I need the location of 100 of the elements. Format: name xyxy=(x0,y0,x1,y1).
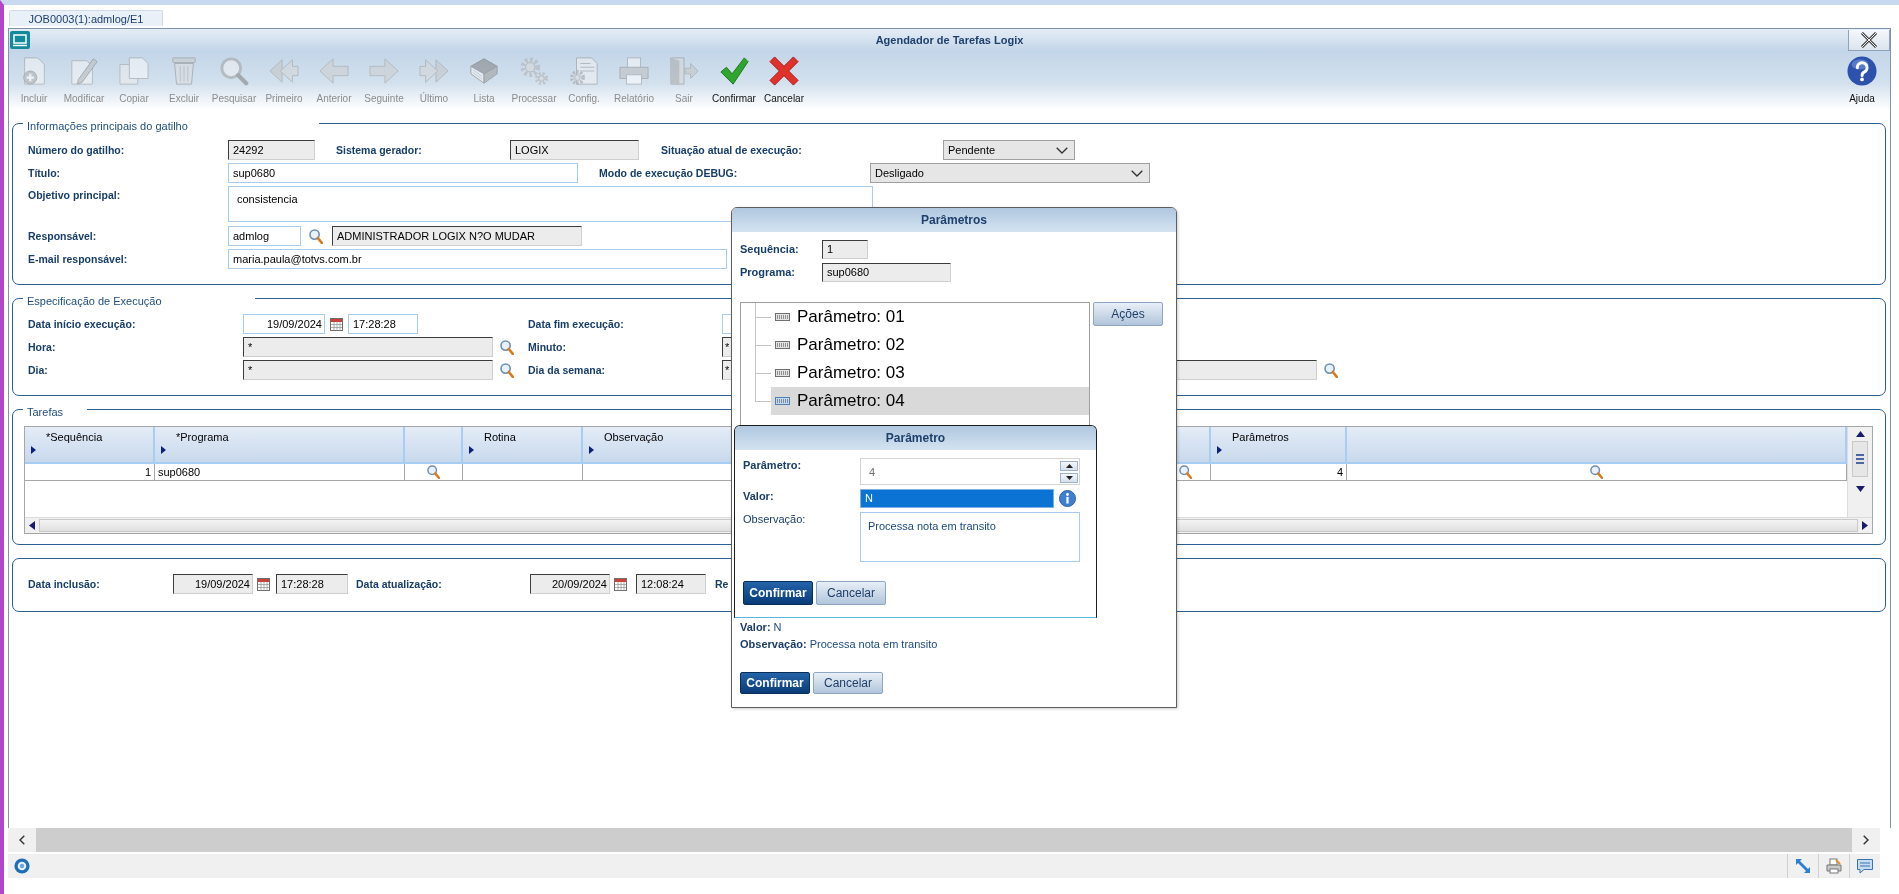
double-arrow-right-icon xyxy=(419,56,449,86)
toolbar-button[interactable]: Confirmar xyxy=(709,51,759,108)
field-label: Dia: xyxy=(28,363,48,377)
column-header[interactable]: Rotina xyxy=(463,427,583,464)
field-label: Sistema gerador: xyxy=(336,143,422,157)
field-label: Modo de execução DEBUG: xyxy=(599,166,738,180)
text-area[interactable]: consistencia xyxy=(228,186,873,222)
keyboard-icon xyxy=(775,397,790,405)
input-field[interactable]: maria.paula@totvs.com.br xyxy=(228,249,727,269)
input-field[interactable]: * xyxy=(243,360,493,380)
date-field[interactable]: 19/09/2024 xyxy=(243,314,325,334)
scrollbar-thumb[interactable] xyxy=(1852,441,1868,477)
chat-icon[interactable] xyxy=(1857,858,1873,874)
caret-right-icon[interactable] xyxy=(589,446,594,454)
printer-icon xyxy=(619,56,649,86)
text-area[interactable]: Processa nota em transito xyxy=(860,512,1080,562)
gears-icon xyxy=(519,56,549,86)
column-header[interactable]: Parâmetros xyxy=(1211,427,1347,464)
input-field[interactable]: * xyxy=(722,337,731,357)
field-label: Minuto: xyxy=(528,340,566,354)
input-field[interactable]: sup0680 xyxy=(228,163,578,183)
caret-right-icon[interactable] xyxy=(1217,446,1222,454)
field-label: Data atualização: xyxy=(356,577,442,591)
tree-item[interactable]: Parâmetro: 04 xyxy=(771,387,1089,415)
search-icon[interactable] xyxy=(1590,465,1603,479)
dialog-button[interactable]: Cancelar xyxy=(813,672,883,694)
summary-label: Valor: xyxy=(740,620,771,634)
vertical-scrollbar[interactable] xyxy=(1847,427,1872,517)
dialog-button[interactable]: Confirmar xyxy=(740,672,810,694)
field-label: Situação atual de execução: xyxy=(661,143,802,157)
tree-item[interactable]: Parâmetro: 01 xyxy=(771,303,1089,331)
field-label: Valor: xyxy=(743,490,774,503)
keyboard-icon xyxy=(775,341,790,349)
input-field[interactable] xyxy=(1177,360,1317,380)
disc-icon[interactable] xyxy=(14,858,30,874)
dialog-title: Parâmetros xyxy=(920,213,987,227)
tree-item[interactable]: Parâmetro: 02 xyxy=(771,331,1089,359)
chevron-down-icon xyxy=(1056,146,1068,154)
dropdown[interactable]: Desligado xyxy=(870,163,1150,183)
dialog-button[interactable]: Cancelar xyxy=(816,581,886,605)
column-header[interactable]: *Sequência xyxy=(25,427,155,464)
caret-right-icon[interactable] xyxy=(1862,521,1868,530)
search-icon[interactable] xyxy=(500,339,514,355)
help-button[interactable]: Ajuda xyxy=(1842,51,1882,108)
calendar-icon[interactable] xyxy=(330,317,343,331)
input-field[interactable]: 24292 xyxy=(228,140,315,160)
toolbar-button[interactable]: Cancelar xyxy=(759,51,809,108)
date-field[interactable]: 19/09/2024 xyxy=(173,574,253,594)
time-field[interactable]: 17:28:28 xyxy=(348,314,418,334)
input-field[interactable]: admlog xyxy=(228,226,301,246)
calendar-icon[interactable] xyxy=(257,577,270,591)
date-field[interactable] xyxy=(722,314,731,334)
cross-icon xyxy=(769,56,799,86)
tab[interactable]: JOB0003(1):admlog/E1 xyxy=(9,10,163,26)
field-label: Sequência: xyxy=(740,243,799,256)
help-icon xyxy=(1847,56,1877,86)
document-gear-icon xyxy=(569,56,599,86)
caret-down-icon[interactable] xyxy=(1855,486,1865,492)
search-icon[interactable] xyxy=(427,465,440,479)
input-field[interactable]: N xyxy=(860,489,1054,508)
printer-icon[interactable] xyxy=(1826,858,1842,874)
caret-right-icon[interactable] xyxy=(161,446,166,454)
caret-up-icon[interactable] xyxy=(1855,431,1865,437)
field-label: Responsável: xyxy=(28,229,97,243)
table-cell: 1 xyxy=(25,464,155,481)
search-icon[interactable] xyxy=(500,362,514,378)
keyboard-icon xyxy=(775,313,790,321)
dropdown[interactable]: Pendente xyxy=(943,140,1075,160)
input-field[interactable]: sup0680 xyxy=(822,263,951,282)
search-icon[interactable] xyxy=(1179,465,1192,479)
diagonal-arrows-icon[interactable] xyxy=(1795,858,1811,874)
input-field[interactable]: 1 xyxy=(822,240,868,259)
caret-right-icon[interactable] xyxy=(31,446,36,454)
caret-right-icon[interactable] xyxy=(469,446,474,454)
column-header[interactable]: *Programa xyxy=(155,427,405,464)
field-label: Programa: xyxy=(740,266,796,279)
time-field[interactable]: 17:28:28 xyxy=(276,574,348,594)
field-label: Data início execução: xyxy=(28,317,136,331)
trash-icon xyxy=(169,56,199,86)
caret-left-icon[interactable] xyxy=(29,521,35,530)
chevron-left-icon xyxy=(19,835,25,845)
search-icon[interactable] xyxy=(1324,362,1338,378)
field-label: Número do gatilho: xyxy=(28,143,125,157)
field-label: E-mail responsável: xyxy=(28,252,128,266)
field-label: Hora: xyxy=(28,340,56,354)
input-field[interactable]: * xyxy=(722,360,731,380)
section-title: Tarefas xyxy=(27,405,64,419)
input-field[interactable]: LOGIX xyxy=(510,140,639,160)
info-icon[interactable] xyxy=(1059,490,1076,507)
dialog-button[interactable]: Confirmar xyxy=(743,581,813,605)
close-button[interactable] xyxy=(1848,29,1890,51)
tree-item[interactable]: Parâmetro: 03 xyxy=(771,359,1089,387)
time-field[interactable]: 12:08:24 xyxy=(636,574,706,594)
date-field[interactable]: 20/09/2024 xyxy=(530,574,610,594)
check-icon xyxy=(719,56,749,86)
actions-button[interactable]: Ações xyxy=(1093,302,1163,326)
input-field[interactable]: ADMINISTRADOR LOGIX N?O MUDAR xyxy=(332,226,582,246)
search-icon[interactable] xyxy=(309,228,323,244)
calendar-icon[interactable] xyxy=(614,577,627,591)
input-field[interactable]: * xyxy=(243,337,493,357)
